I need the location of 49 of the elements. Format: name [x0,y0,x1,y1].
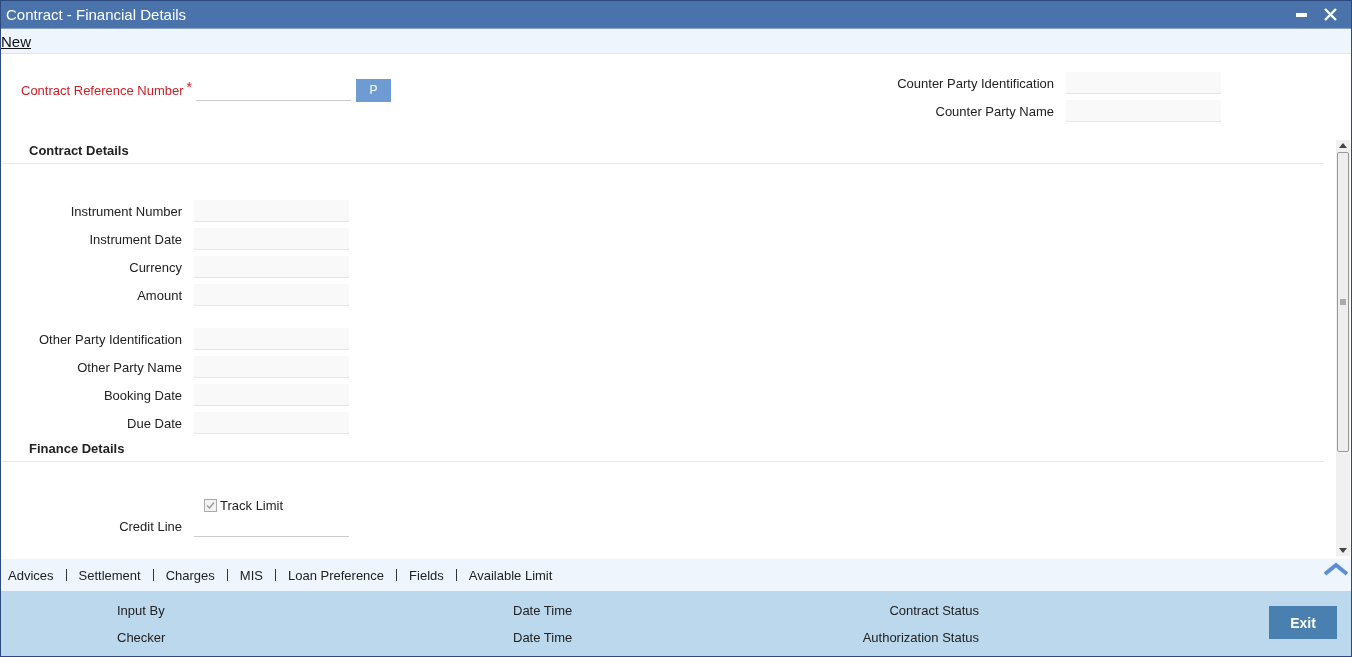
scrollbar-thumb[interactable] [1337,152,1349,452]
field-label: Instrument Date [88,231,182,247]
audit-label: Checker [117,630,166,645]
field-label: Other Party Identification [37,331,182,347]
field-label: Credit Line [118,518,182,534]
input-field[interactable] [194,356,349,378]
input-field[interactable] [194,384,349,406]
input-field[interactable] [194,256,349,278]
field-label: Other Party Name [76,359,182,375]
field-label: Currency [128,259,182,275]
chevron-up-icon[interactable] [1323,562,1349,576]
field-label: Counter Party Name [934,103,1054,119]
audit-label: Contract Status [889,603,979,618]
audit-label: Date Time [513,603,573,618]
tab-link[interactable]: Fields [409,567,444,583]
tab-link[interactable]: Advices [8,567,54,583]
input-field[interactable] [194,328,349,350]
scroll-up-icon[interactable] [1339,143,1347,148]
input-field[interactable] [194,200,349,222]
minimize-icon[interactable] [1296,11,1308,18]
section-title: Contract Details [29,143,129,158]
close-icon[interactable] [1324,8,1337,21]
input-field[interactable] [1066,72,1221,94]
field-label: Instrument Number [69,203,182,219]
tab-link[interactable]: Available Limit [468,567,553,583]
field-label: Booking Date [102,387,182,403]
scroll-down-icon[interactable] [1339,548,1347,553]
window-title: Contract - Financial Details [6,6,187,23]
tab-link[interactable]: Settlement [78,567,141,583]
audit-label: Input By [117,603,166,618]
menu-link[interactable]: New [1,32,31,50]
audit-label: Authorization Status [862,630,979,645]
input-field[interactable] [194,284,349,306]
exit-button[interactable]: Exit [1269,606,1337,639]
tab-link[interactable]: MIS [239,567,263,583]
required-mark: * [186,79,193,95]
input-field[interactable] [1066,100,1221,122]
field-label: Amount [136,287,182,303]
input-field[interactable] [194,228,349,250]
checkbox-label: Track Limit [220,498,284,513]
tab-link[interactable]: Loan Preference [287,567,385,583]
field-label: Due Date [126,415,182,431]
input-field[interactable] [194,412,349,434]
section-title: Finance Details [29,441,125,456]
tab-link[interactable]: Charges [165,567,215,583]
field-label: Contract Reference Number [21,82,184,98]
audit-label: Date Time [513,630,573,645]
scrollbar[interactable] [1336,140,1350,556]
field-label: Counter Party Identification [896,75,1054,91]
